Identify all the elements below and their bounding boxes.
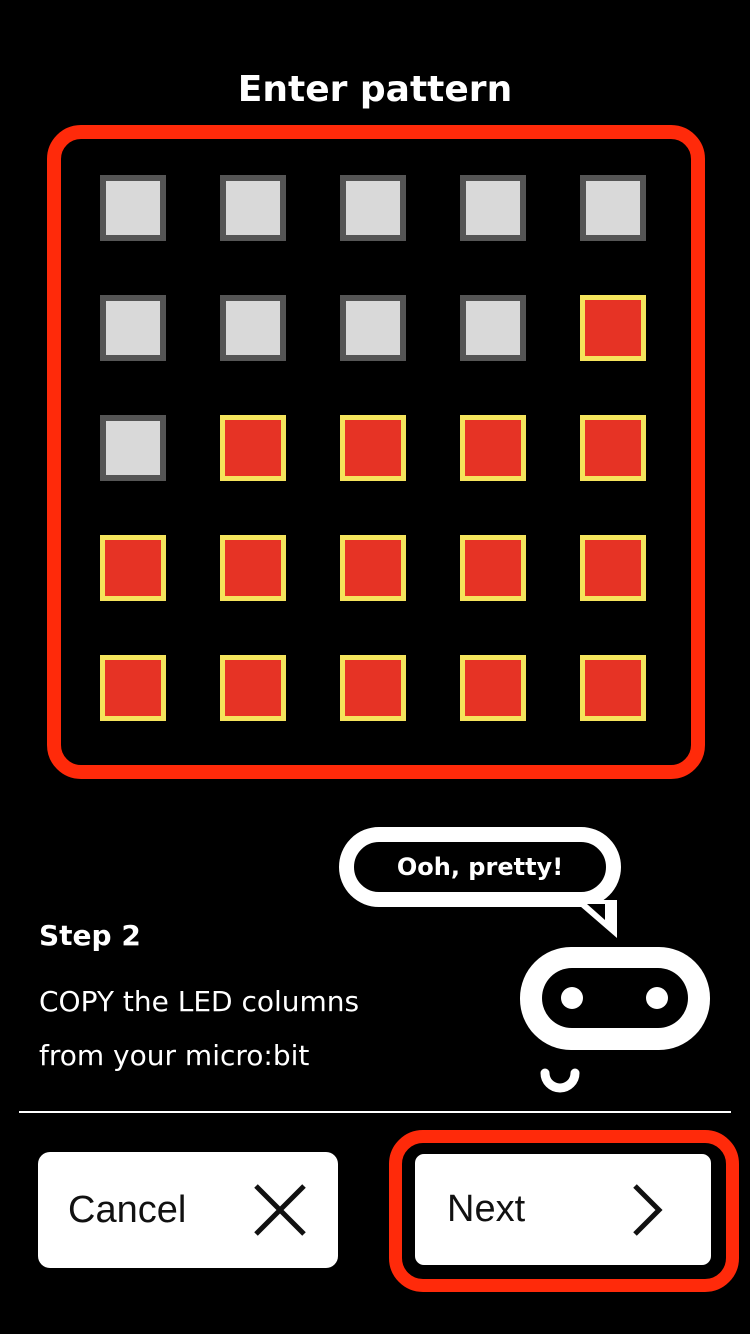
- next-button-label: Next: [447, 1188, 526, 1230]
- led-cell[interactable]: [460, 295, 526, 361]
- led-cell[interactable]: [460, 535, 526, 601]
- led-cell[interactable]: [340, 175, 406, 241]
- led-cell[interactable]: [580, 415, 646, 481]
- next-button[interactable]: Next: [412, 1151, 714, 1268]
- led-cell[interactable]: [100, 535, 166, 601]
- step-description-line: from your micro:bit: [39, 1039, 310, 1072]
- led-cell[interactable]: [460, 175, 526, 241]
- led-cell[interactable]: [220, 655, 286, 721]
- led-cell[interactable]: [580, 535, 646, 601]
- led-cell[interactable]: [580, 655, 646, 721]
- cancel-button-label: Cancel: [68, 1188, 187, 1231]
- led-cell[interactable]: [340, 295, 406, 361]
- cancel-button[interactable]: Cancel: [38, 1152, 338, 1268]
- close-icon: [254, 1184, 306, 1236]
- led-cell[interactable]: [580, 175, 646, 241]
- step-description-line: COPY the LED columns: [39, 985, 360, 1018]
- close-icon-path: [254, 1184, 306, 1236]
- step-description: COPY the LED columns from your micro:bit: [39, 975, 459, 1083]
- page-title: Enter pattern: [237, 69, 513, 110]
- chevron-right-icon: [633, 1183, 663, 1236]
- led-cell[interactable]: [340, 655, 406, 721]
- divider: [19, 1111, 731, 1113]
- led-cell[interactable]: [100, 295, 166, 361]
- led-cell[interactable]: [100, 415, 166, 481]
- mascot-eye-right: [646, 987, 668, 1009]
- led-cell[interactable]: [460, 415, 526, 481]
- mascot-eye-left: [561, 987, 583, 1009]
- led-cell[interactable]: [100, 175, 166, 241]
- led-cell[interactable]: [220, 415, 286, 481]
- led-cell[interactable]: [220, 175, 286, 241]
- led-grid: [100, 175, 648, 721]
- step-label: Step 2: [39, 919, 141, 952]
- led-cell[interactable]: [340, 535, 406, 601]
- led-cell[interactable]: [220, 535, 286, 601]
- led-cell[interactable]: [100, 655, 166, 721]
- chevron-right-icon-path: [633, 1183, 663, 1236]
- led-cell[interactable]: [220, 295, 286, 361]
- led-cell[interactable]: [460, 655, 526, 721]
- mascot-mouth: [540, 1068, 580, 1093]
- led-cell[interactable]: [580, 295, 646, 361]
- led-cell[interactable]: [340, 415, 406, 481]
